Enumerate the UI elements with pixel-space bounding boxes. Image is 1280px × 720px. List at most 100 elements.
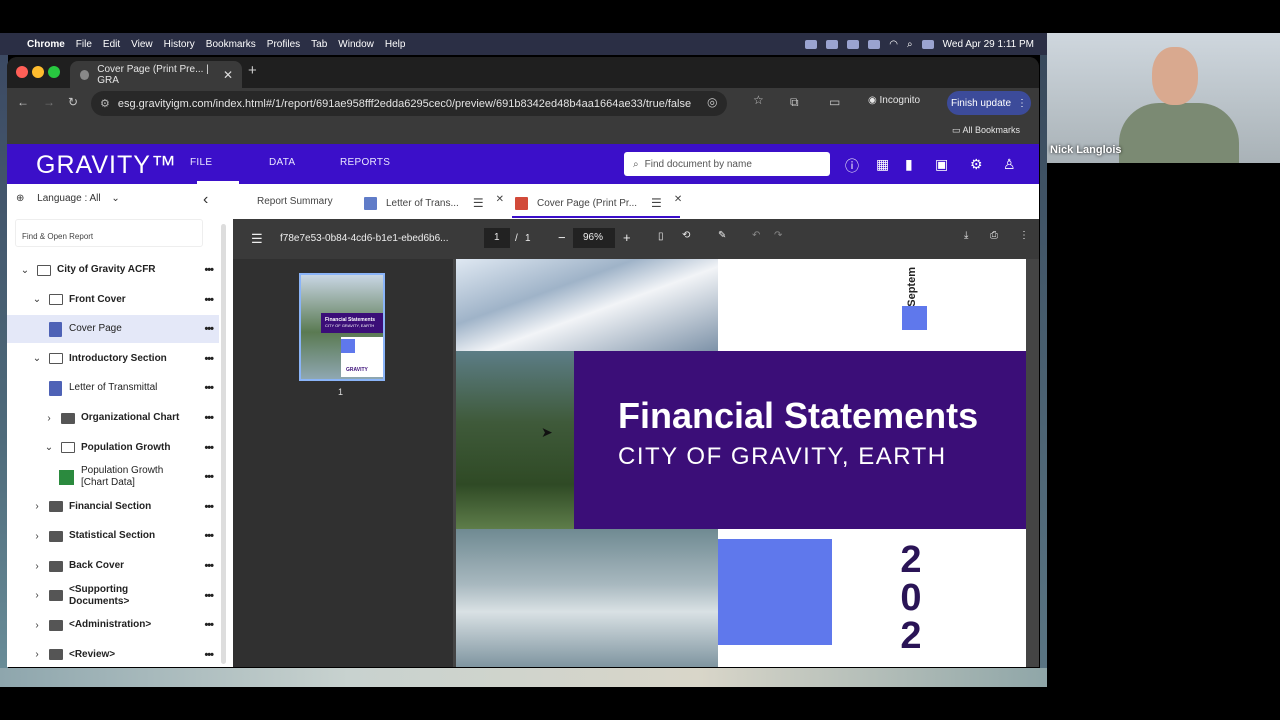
language-selector[interactable]: ⊕ Language : All ⌄ (16, 193, 120, 204)
more-actions-icon[interactable]: ⋮ (1019, 230, 1029, 241)
more-options-icon[interactable]: ••• (204, 501, 214, 513)
chevron-down-icon[interactable]: ⌄ (31, 353, 43, 364)
rotate-icon[interactable]: ⟲ (682, 230, 690, 241)
menu-bookmarks[interactable]: Bookmarks (206, 39, 256, 50)
chevron-down-icon[interactable]: ⌄ (43, 442, 55, 453)
more-options-icon[interactable]: ••• (204, 264, 214, 276)
finish-update-button[interactable]: Finish update ⋮ (947, 91, 1031, 115)
screen-share-icon[interactable] (805, 39, 818, 49)
more-options-icon[interactable]: ••• (204, 353, 214, 365)
chevron-right-icon[interactable]: › (31, 501, 43, 512)
redo-icon[interactable]: ↷ (774, 230, 782, 241)
minimize-window-icon[interactable] (32, 66, 44, 78)
address-bar[interactable]: ⚙ esg.gravityigm.com/index.html#/1/repor… (91, 91, 727, 116)
more-options-icon[interactable]: ••• (204, 649, 214, 661)
control-center-icon[interactable] (921, 39, 934, 49)
more-options-icon[interactable]: ••• (204, 560, 214, 572)
tab-close-icon[interactable]: ✕ (674, 194, 682, 205)
chevron-down-icon[interactable]: ⌄ (19, 265, 31, 276)
menu-file[interactable]: File (76, 39, 92, 50)
battery-icon[interactable] (868, 39, 881, 49)
nav-reports[interactable]: REPORTS (340, 157, 390, 168)
menu-history[interactable]: History (164, 39, 195, 50)
zoom-icon[interactable] (826, 39, 839, 49)
hamburger-icon[interactable]: ☰ (651, 196, 662, 210)
reload-icon[interactable]: ↻ (68, 95, 78, 109)
tab-letter-of-transmittal[interactable]: Letter of Trans... ☰ ✕ (364, 194, 504, 210)
chevron-right-icon[interactable]: › (31, 649, 43, 660)
bookmark-star-icon[interactable]: ☆ (753, 93, 764, 107)
zoom-out-icon[interactable]: − (558, 230, 566, 245)
tree-item[interactable]: ⌄ Front Cover ••• (7, 286, 219, 314)
tree-item[interactable]: › Financial Section ••• (7, 493, 219, 521)
bar-chart-icon[interactable]: ▮ (905, 156, 913, 173)
tab-cover-page[interactable]: Cover Page (Print Pr... ☰ ✕ (515, 194, 682, 210)
hamburger-icon[interactable]: ☰ (473, 196, 484, 210)
menubar-clock[interactable]: Wed Apr 29 1:11 PM (943, 39, 1034, 50)
info-icon[interactable]: ⓘ (845, 156, 859, 176)
tree-item[interactable]: › <Administration> ••• (7, 611, 219, 639)
nav-file[interactable]: FILE (190, 157, 212, 168)
download-icon[interactable]: ⤓ (964, 230, 968, 241)
back-icon[interactable]: ← (17, 95, 29, 109)
chevron-right-icon[interactable]: › (31, 561, 43, 572)
kebab-menu-icon[interactable]: ⋮ (1017, 98, 1027, 109)
tree-item[interactable]: ⌄ City of Gravity ACFR ••• (7, 256, 219, 284)
tree-item[interactable]: › <Supporting Documents> ••• (7, 582, 219, 610)
gear-icon[interactable]: ⚙ (970, 156, 983, 173)
tree-item[interactable]: › Back Cover ••• (7, 552, 219, 580)
side-panel-icon[interactable]: ▭ (829, 95, 840, 109)
site-info-icon[interactable]: ⚙ (100, 97, 110, 110)
print-icon[interactable]: ⎙ (990, 230, 998, 241)
more-options-icon[interactable]: ••• (204, 471, 214, 483)
zoom-input[interactable]: 96% (573, 228, 615, 248)
page-thumbnail[interactable]: Financial Statements CITY OF GRAVITY, EA… (299, 273, 385, 381)
more-options-icon[interactable]: ••• (204, 382, 214, 394)
url-text[interactable]: esg.gravityigm.com/index.html#/1/report/… (118, 98, 691, 110)
wifi-icon[interactable]: ◠ (889, 39, 898, 50)
chevron-right-icon[interactable]: › (43, 413, 55, 424)
menu-profiles[interactable]: Profiles (267, 39, 300, 50)
new-tab-icon[interactable]: + (248, 62, 257, 79)
chevron-right-icon[interactable]: › (31, 590, 43, 601)
pdf-menu-icon[interactable]: ☰ (251, 231, 263, 247)
sidebar-scrollbar[interactable] (221, 224, 226, 664)
chevron-right-icon[interactable]: › (31, 531, 43, 542)
all-bookmarks[interactable]: ▭ All Bookmarks (952, 125, 1020, 136)
chevron-down-icon[interactable]: ⌄ (31, 294, 43, 305)
forward-icon[interactable]: → (43, 95, 55, 109)
incognito-indicator[interactable]: ◉ Incognito (868, 95, 920, 106)
more-options-icon[interactable]: ••• (204, 323, 214, 335)
undo-icon[interactable]: ↶ (752, 230, 760, 241)
more-options-icon[interactable]: ••• (204, 619, 214, 631)
maximize-window-icon[interactable] (48, 66, 60, 78)
menu-tab[interactable]: Tab (311, 39, 327, 50)
fit-page-icon[interactable]: ▯ (658, 231, 664, 242)
find-open-report-input[interactable]: Find & Open Report (15, 219, 203, 247)
more-options-icon[interactable]: ••• (204, 442, 214, 454)
tree-item[interactable]: › Statistical Section ••• (7, 522, 219, 550)
tree-item[interactable]: ⌄ Introductory Section ••• (7, 345, 219, 373)
search-icon[interactable]: ⌕ (907, 39, 913, 50)
user-icon[interactable]: ♙ (1003, 156, 1016, 173)
collapse-sidebar-icon[interactable]: ‹ (203, 191, 208, 209)
menu-edit[interactable]: Edit (103, 39, 120, 50)
more-options-icon[interactable]: ••• (204, 294, 214, 306)
browser-tab[interactable]: Cover Page (Print Pre... | GRA ✕ (70, 61, 242, 88)
tree-item[interactable]: Cover Page ••• (7, 315, 219, 344)
tree-item[interactable]: ⌄ Population Growth ••• (7, 434, 219, 462)
more-options-icon[interactable]: ••• (204, 530, 214, 542)
gravity-logo[interactable]: GRAVITY™ (36, 151, 177, 180)
annotate-icon[interactable]: ✎ (718, 230, 726, 241)
chevron-right-icon[interactable]: › (31, 620, 43, 631)
nav-data[interactable]: DATA (269, 157, 295, 168)
tab-close-icon[interactable]: ✕ (496, 194, 504, 205)
eye-off-icon[interactable]: ◎ (707, 95, 717, 109)
menu-view[interactable]: View (131, 39, 153, 50)
page-number-input[interactable]: 1 (484, 228, 510, 248)
grid-icon[interactable]: ▦ (876, 156, 889, 173)
document-search-input[interactable]: ⌕ Find document by name (624, 152, 830, 176)
close-window-icon[interactable] (16, 66, 28, 78)
tab-close-icon[interactable]: ✕ (223, 68, 233, 82)
extensions-icon[interactable]: ⧉ (790, 95, 799, 110)
